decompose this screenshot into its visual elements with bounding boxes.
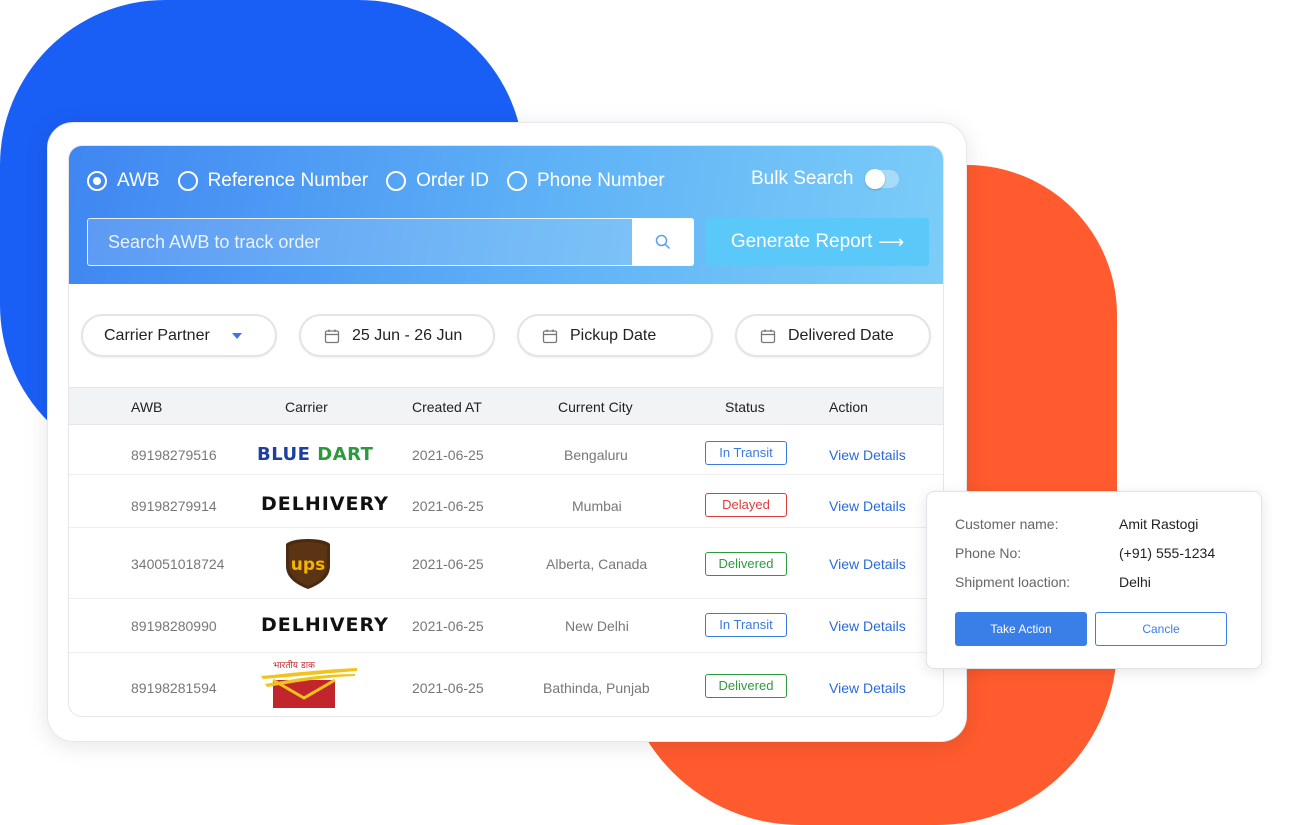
calendar-icon: [324, 329, 340, 343]
created-cell: 2021-06-25: [412, 447, 484, 463]
generate-report-button[interactable]: Generate Report ⟶: [706, 218, 929, 266]
awb-cell: 340051018724: [131, 556, 225, 572]
bulk-search-toggle[interactable]: [865, 169, 900, 189]
search-icon: [655, 234, 671, 250]
radio-phone-number-label: Phone Number: [536, 170, 665, 191]
radio-awb[interactable]: AWB: [87, 170, 160, 192]
column-action: Action: [829, 399, 868, 415]
view-details-link[interactable]: View Details: [829, 618, 906, 634]
status-badge: Delivered: [705, 674, 787, 698]
status-badge: In Transit: [705, 441, 787, 465]
table-row: 89198279516 BLUE DART 2021-06-25 Bengalu…: [69, 425, 943, 475]
customer-name-label: Customer name:: [955, 516, 1059, 532]
created-cell: 2021-06-25: [412, 680, 484, 696]
radio-phone-number[interactable]: Phone Number: [506, 170, 665, 192]
status-badge: Delayed: [705, 493, 787, 517]
radio-phone-number-circle[interactable]: [506, 171, 527, 191]
search-button[interactable]: [632, 218, 694, 266]
shipment-details-popup: Customer name: Amit Rastogi Phone No: (+91…: [926, 491, 1262, 669]
customer-name-value: Amit Rastogi: [1119, 516, 1199, 532]
tracking-panel: AWB Reference Number Order ID Phone Numb…: [68, 145, 944, 717]
column-created-at: Created AT: [412, 399, 482, 415]
search-input[interactable]: [88, 219, 632, 265]
view-details-link[interactable]: View Details: [829, 680, 906, 696]
radio-order-id[interactable]: Order ID: [386, 170, 489, 192]
view-details-link[interactable]: View Details: [829, 447, 906, 463]
date-range-label: 25 Jun - 26 Jun: [352, 326, 463, 344]
delhivery-logo: DELHIVERY: [261, 614, 389, 636]
calendar-icon: [542, 329, 558, 343]
calendar-icon: [760, 329, 776, 343]
search-box: [87, 218, 633, 266]
toggle-knob: [865, 169, 886, 189]
radio-order-id-label: Order ID: [416, 170, 489, 191]
radio-awb-label: AWB: [117, 170, 160, 191]
location-value: Delhi: [1119, 574, 1151, 590]
awb-cell: 89198279516: [131, 447, 217, 463]
carrier-partner-dropdown[interactable]: Carrier Partner: [81, 314, 277, 357]
table-row: 89198280990 DELHIVERY 2021-06-25 New Del…: [69, 599, 943, 653]
search-header: AWB Reference Number Order ID Phone Numb…: [69, 146, 943, 284]
shipments-table: AWB Carrier Created AT Current City Stat…: [69, 387, 943, 715]
customer-name-row: Customer name: Amit Rastogi: [955, 516, 1198, 532]
awb-cell: 89198280990: [131, 618, 217, 634]
table-header: AWB Carrier Created AT Current City Stat…: [69, 387, 943, 425]
phone-value: (+91) 555-1234: [1119, 545, 1216, 561]
pickup-date-filter[interactable]: Pickup Date: [517, 314, 713, 357]
phone-label: Phone No:: [955, 545, 1022, 561]
bluedart-logo: BLUE DART: [257, 444, 374, 465]
bulk-search-label: Bulk Search: [751, 168, 854, 189]
india-post-logo: भारतीय डाक: [259, 658, 359, 710]
bulk-search: Bulk Search: [751, 168, 900, 190]
generate-report-label: Generate Report: [730, 231, 873, 252]
city-cell: Alberta, Canada: [546, 556, 648, 572]
delhivery-logo: DELHIVERY: [261, 493, 389, 515]
radio-reference-number-circle[interactable]: [177, 171, 198, 191]
radio-reference-number-label: Reference Number: [207, 170, 369, 191]
date-range-filter[interactable]: 25 Jun - 26 Jun: [299, 314, 495, 357]
search-type-group: AWB Reference Number Order ID Phone Numb…: [87, 168, 683, 194]
status-badge: Delivered: [705, 552, 787, 576]
svg-text:ups: ups: [291, 555, 325, 575]
column-awb: AWB: [131, 399, 163, 415]
column-carrier: Carrier: [285, 399, 328, 415]
table-row: 89198281594 भारतीय डाक 2021-06-25 Bathin…: [69, 653, 943, 715]
radio-reference-number[interactable]: Reference Number: [177, 170, 369, 192]
column-current-city: Current City: [558, 399, 633, 415]
view-details-link[interactable]: View Details: [829, 556, 906, 572]
column-status: Status: [725, 399, 765, 415]
phone-row: Phone No: (+91) 555-1234: [955, 545, 1215, 561]
radio-order-id-circle[interactable]: [386, 171, 407, 191]
take-action-button[interactable]: Take Action: [955, 612, 1087, 646]
created-cell: 2021-06-25: [412, 556, 484, 572]
arrow-right-icon: ⟶: [878, 231, 905, 252]
created-cell: 2021-06-25: [412, 498, 484, 514]
filter-bar: Carrier Partner 25 Jun - 26 Jun Pickup D…: [81, 314, 941, 358]
radio-awb-circle[interactable]: [87, 171, 107, 191]
status-badge: In Transit: [705, 613, 787, 637]
ups-logo: ups: [286, 539, 330, 589]
awb-cell: 89198281594: [131, 680, 217, 696]
location-label: Shipment loaction:: [955, 574, 1071, 590]
chevron-down-icon: [231, 332, 242, 339]
city-cell: Mumbai: [572, 498, 622, 514]
pickup-date-label: Pickup Date: [570, 326, 657, 344]
created-cell: 2021-06-25: [412, 618, 484, 634]
cancel-button[interactable]: Cancle: [1095, 612, 1227, 646]
location-row: Shipment loaction: Delhi: [955, 574, 1151, 590]
awb-cell: 89198279914: [131, 498, 217, 514]
table-row: 89198279914 DELHIVERY 2021-06-25 Mumbai …: [69, 475, 943, 528]
city-cell: New Delhi: [565, 618, 629, 634]
view-details-link[interactable]: View Details: [829, 498, 906, 514]
city-cell: Bengaluru: [564, 447, 628, 463]
table-row: 340051018724 ups Alberta, Canada 2021-06…: [69, 528, 943, 599]
city-cell: Bathinda, Punjab: [543, 680, 650, 696]
carrier-partner-label: Carrier Partner: [104, 326, 210, 344]
delivered-date-label: Delivered Date: [788, 326, 894, 344]
delivered-date-filter[interactable]: Delivered Date: [735, 314, 931, 357]
